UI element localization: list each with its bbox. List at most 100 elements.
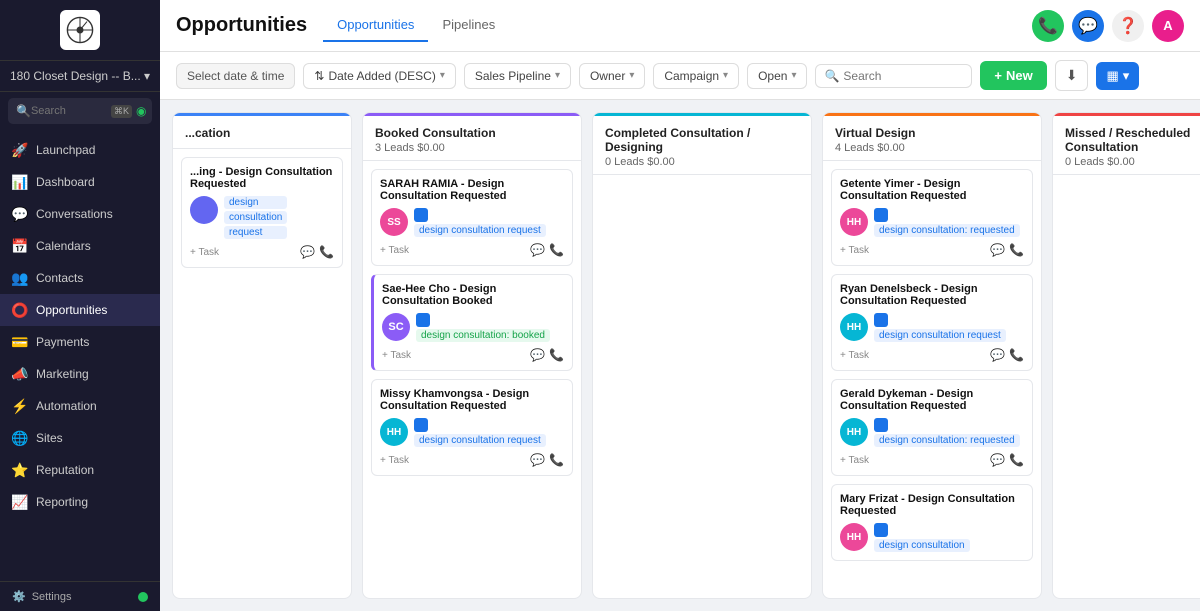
sidebar-item-contacts[interactable]: 👥 Contacts <box>0 262 160 294</box>
sidebar-item-label: Marketing <box>36 367 89 381</box>
card-virtual-3: Gerald Dykeman - Design Consultation Req… <box>831 379 1033 476</box>
sidebar-item-sites[interactable]: 🌐 Sites <box>0 422 160 454</box>
sidebar-item-label: Reputation <box>36 463 94 477</box>
phone-icon[interactable]: 📞 <box>1009 348 1024 362</box>
card-title-missy: Missy Khamvongsa - Design Consultation R… <box>380 388 564 412</box>
search-input[interactable] <box>31 105 111 117</box>
kanban-board: ...cation ...ing - Design Consultation R… <box>160 100 1200 611</box>
add-task-button[interactable]: + Task <box>840 350 869 361</box>
automation-icon: ⚡ <box>12 398 28 414</box>
sms-icon[interactable]: 💬 <box>300 245 315 259</box>
add-task-button[interactable]: + Task <box>380 245 409 256</box>
add-task-button[interactable]: + Task <box>840 245 869 256</box>
search-shortcut-badge: ⌘K <box>111 105 132 118</box>
card-title-getente: Getente Yimer - Design Consultation Requ… <box>840 178 1024 202</box>
sidebar-item-dashboard[interactable]: 📊 Dashboard <box>0 166 160 198</box>
messages-button[interactable]: 💬 <box>1072 10 1104 42</box>
col-body-virtual: Getente Yimer - Design Consultation Requ… <box>823 161 1041 598</box>
card-title-gerald: Gerald Dykeman - Design Consultation Req… <box>840 388 1024 412</box>
phone-icon[interactable]: 📞 <box>319 245 334 259</box>
campaign-filter-button[interactable]: Campaign ▾ <box>653 63 739 89</box>
avatar-sarah: SS <box>380 208 408 236</box>
sidebar-extra-icon[interactable]: ◉ <box>136 104 146 118</box>
phone-icon[interactable]: 📞 <box>549 243 564 257</box>
sidebar-item-launchpad[interactable]: 🚀 Launchpad <box>0 134 160 166</box>
campaign-label: Campaign <box>664 69 719 83</box>
tag: consultation <box>224 211 287 224</box>
card-body-missy: HH design consultation request <box>380 418 564 447</box>
column-completed: Completed Consultation / Designing 0 Lea… <box>592 112 812 599</box>
conversations-icon: 💬 <box>12 206 28 222</box>
workspace-selector[interactable]: 180 Closet Design -- B... ▾ <box>0 61 160 92</box>
sidebar-item-label: Automation <box>36 399 97 413</box>
sms-icon[interactable]: 💬 <box>990 348 1005 362</box>
badge-icon <box>416 313 430 327</box>
view-chevron: ▾ <box>1123 68 1130 84</box>
download-button[interactable]: ⬇ <box>1055 60 1089 91</box>
phone-icon[interactable]: 📞 <box>549 453 564 467</box>
card-virtual-4: Mary Frizat - Design Consultation Reques… <box>831 484 1033 561</box>
workspace-chevron: ▾ <box>144 69 150 83</box>
status-filter-button[interactable]: Open ▾ <box>747 63 807 89</box>
sites-icon: 🌐 <box>12 430 28 446</box>
sidebar: 180 Closet Design -- B... ▾ 🔍 ⌘K ◉ 🚀 Lau… <box>0 0 160 611</box>
help-button[interactable]: ❓ <box>1112 10 1144 42</box>
launchpad-icon: 🚀 <box>12 142 28 158</box>
card-body-ryan: HH design consultation request <box>840 313 1024 342</box>
col-amount-missed: $0.00 <box>1107 156 1135 168</box>
pipeline-filter-button[interactable]: Sales Pipeline ▾ <box>464 63 571 89</box>
sidebar-item-automation[interactable]: ⚡ Automation <box>0 390 160 422</box>
tab-pipelines[interactable]: Pipelines <box>428 9 509 42</box>
add-task-button[interactable]: + Task <box>382 350 411 361</box>
topbar-right: 📞 💬 ❓ A <box>1032 10 1184 42</box>
card-booked-2: Sae-Hee Cho - Design Consultation Booked… <box>371 274 573 371</box>
avatar-getente: HH <box>840 208 868 236</box>
sidebar-item-payments[interactable]: 💳 Payments <box>0 326 160 358</box>
sidebar-item-conversations[interactable]: 💬 Conversations <box>0 198 160 230</box>
sms-icon[interactable]: 💬 <box>530 453 545 467</box>
sidebar-bottom[interactable]: ⚙️ Settings <box>0 581 160 611</box>
logo-box <box>60 10 100 50</box>
search-icon: 🔍 <box>824 69 839 83</box>
col-title-requested: ...cation <box>185 126 339 140</box>
sidebar-item-reputation[interactable]: ⭐ Reputation <box>0 454 160 486</box>
card-tags-ryan: design consultation request <box>874 313 1006 342</box>
sidebar-item-marketing[interactable]: 📣 Marketing <box>0 358 160 390</box>
add-task-button[interactable]: + Task <box>380 455 409 466</box>
phone-icon[interactable]: 📞 <box>1009 243 1024 257</box>
card-body-gerald: HH design consultation: requested <box>840 418 1024 447</box>
sidebar-item-opportunities[interactable]: ⭕ Opportunities <box>0 294 160 326</box>
date-picker-button[interactable]: Select date & time <box>176 63 295 89</box>
sidebar-item-label: Launchpad <box>36 143 95 157</box>
marketing-icon: 📣 <box>12 366 28 382</box>
workspace-label: 180 Closet Design -- B... <box>10 69 141 83</box>
search-input[interactable] <box>843 69 963 83</box>
phone-button[interactable]: 📞 <box>1032 10 1064 42</box>
sms-icon[interactable]: 💬 <box>990 243 1005 257</box>
sms-icon[interactable]: 💬 <box>530 348 545 362</box>
user-avatar[interactable]: A <box>1152 10 1184 42</box>
add-task-button[interactable]: + Task <box>190 247 219 258</box>
sort-filter-button[interactable]: ⇅ Date Added (DESC) ▾ <box>303 63 455 89</box>
owner-filter-button[interactable]: Owner ▾ <box>579 63 645 89</box>
avatar-mary: HH <box>840 523 868 551</box>
phone-icon[interactable]: 📞 <box>1009 453 1024 467</box>
sort-chevron: ▾ <box>440 70 445 81</box>
sidebar-item-calendars[interactable]: 📅 Calendars <box>0 230 160 262</box>
sidebar-item-reporting[interactable]: 📈 Reporting <box>0 486 160 518</box>
sidebar-logo <box>0 0 160 61</box>
sidebar-item-label: Reporting <box>36 495 88 509</box>
col-title-virtual: Virtual Design <box>835 126 1029 140</box>
pipeline-chevron: ▾ <box>555 70 560 81</box>
sms-icon[interactable]: 💬 <box>530 243 545 257</box>
view-toggle-button[interactable]: ▦ ▾ <box>1096 62 1139 90</box>
sidebar-search[interactable]: 🔍 ⌘K ◉ <box>8 98 152 124</box>
tab-opportunities[interactable]: Opportunities <box>323 9 428 42</box>
new-button[interactable]: + New <box>980 61 1046 90</box>
phone-icon[interactable]: 📞 <box>549 348 564 362</box>
payments-icon: 💳 <box>12 334 28 350</box>
add-task-button[interactable]: + Task <box>840 455 869 466</box>
settings-label: Settings <box>32 591 72 603</box>
card-tags-missy: design consultation request <box>414 418 546 447</box>
sms-icon[interactable]: 💬 <box>990 453 1005 467</box>
